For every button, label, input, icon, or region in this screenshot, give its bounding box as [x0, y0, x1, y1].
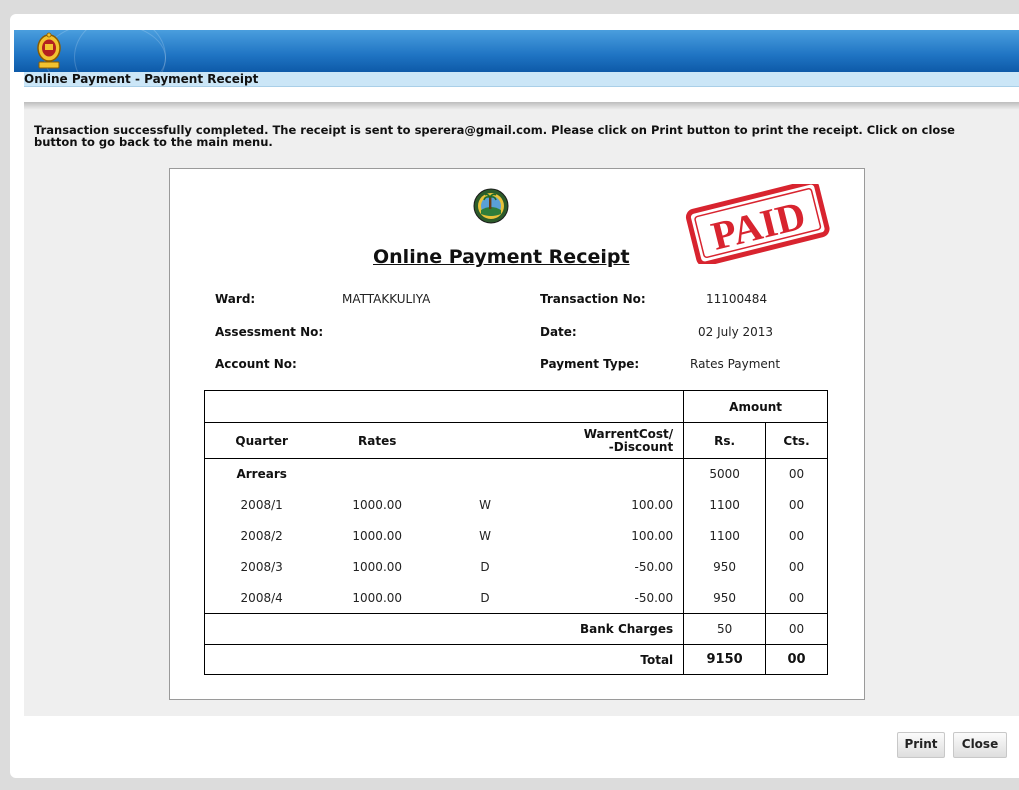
- ward-label: Ward:: [215, 292, 256, 306]
- table-row: Arrears 5000 00: [205, 458, 828, 490]
- row-code: D: [480, 590, 490, 605]
- row-quarter: 2008/4: [240, 590, 283, 605]
- payment-table: Amount Quarter Rates WarrentCost/ -Disco…: [204, 390, 828, 675]
- table-row: 2008/4 1000.00 D -50.00 950 00: [205, 582, 828, 614]
- row-cts: 00: [765, 489, 828, 521]
- bank-charges-rs: 50: [683, 613, 766, 645]
- ward-value: MATTAKKULIYA: [342, 292, 431, 306]
- row-cts: 00: [765, 582, 828, 614]
- col-warrent: WarrentCost/ -Discount: [436, 423, 684, 459]
- row-rates: 1000.00: [352, 498, 403, 512]
- row-cts: 00: [765, 551, 828, 583]
- row-cost: 100.00: [631, 529, 674, 543]
- payment-type-value: Rates Payment: [690, 357, 781, 371]
- paid-stamp: PAID: [685, 184, 830, 264]
- col-rates: Rates: [358, 433, 397, 448]
- table-row: 2008/1 1000.00 W 100.00 1100 00: [205, 489, 828, 521]
- row-rs: 1100: [683, 520, 766, 552]
- header-banner: [14, 30, 1019, 72]
- row-quarter: 2008/1: [240, 498, 283, 512]
- total-row: Total 9150 00: [204, 644, 828, 675]
- close-button[interactable]: Close: [953, 732, 1007, 758]
- row-rates: 1000.00: [352, 560, 403, 574]
- row-cost: -50.00: [634, 590, 674, 605]
- arrears-cts: 00: [765, 458, 828, 490]
- col-cts: Cts.: [765, 422, 828, 459]
- row-rs: 950: [683, 582, 766, 614]
- bank-charges-cts: 00: [765, 613, 828, 645]
- status-message: Transaction successfully completed. The …: [34, 123, 955, 149]
- print-button[interactable]: Print: [897, 732, 945, 758]
- national-emblem-icon: [37, 32, 61, 69]
- row-code: D: [480, 560, 490, 574]
- total-cts: 00: [765, 644, 828, 675]
- row-code: W: [479, 529, 491, 543]
- total-rs: 9150: [683, 644, 766, 675]
- payment-type-label: Payment Type:: [540, 357, 640, 371]
- banner-decoration: [74, 30, 166, 72]
- row-rs: 1100: [683, 489, 766, 521]
- title-bar: Online Payment - Payment Receipt: [24, 72, 1019, 87]
- row-quarter: 2008/3: [240, 560, 283, 574]
- row-cost: -50.00: [634, 560, 674, 574]
- table-row: 2008/2 1000.00 W 100.00 1100 00: [205, 520, 828, 552]
- row-code: W: [479, 498, 491, 512]
- divider: [24, 102, 1019, 110]
- receipt-title: Online Payment Receipt: [373, 246, 630, 268]
- arrears-rs: 5000: [683, 458, 766, 490]
- row-rs: 950: [683, 551, 766, 583]
- table-column-row: Quarter Rates WarrentCost/ -Discount Rs.…: [204, 422, 828, 459]
- col-rs: Rs.: [683, 422, 766, 459]
- arrears-label: Arrears: [236, 467, 287, 482]
- date-value: 02 July 2013: [698, 325, 774, 339]
- row-rates: 1000.00: [352, 590, 403, 605]
- account-label: Account No:: [215, 357, 297, 371]
- bank-charges-label: Bank Charges: [580, 622, 674, 636]
- col-quarter: Quarter: [235, 433, 288, 448]
- table-row: 2008/3 1000.00 D -50.00 950 00: [205, 551, 828, 583]
- row-cost: 100.00: [631, 498, 674, 512]
- col-warrent-line1: WarrentCost/: [583, 426, 674, 441]
- amount-header: Amount: [683, 390, 828, 423]
- bank-charges-row: Bank Charges 50 00: [204, 613, 828, 645]
- total-label: Total: [640, 652, 674, 667]
- row-rates: 1000.00: [352, 529, 403, 543]
- transaction-value: 11100484: [706, 292, 768, 306]
- page-title: Online Payment - Payment Receipt: [24, 72, 259, 86]
- assessment-label: Assessment No:: [215, 325, 324, 339]
- row-cts: 00: [765, 520, 828, 552]
- date-label: Date:: [540, 325, 577, 339]
- row-quarter: 2008/2: [240, 529, 283, 543]
- transaction-label: Transaction No:: [540, 292, 646, 306]
- municipal-seal-icon: [473, 188, 509, 224]
- table-header-row: Amount: [204, 390, 828, 423]
- col-warrent-line2: -Discount: [608, 439, 674, 454]
